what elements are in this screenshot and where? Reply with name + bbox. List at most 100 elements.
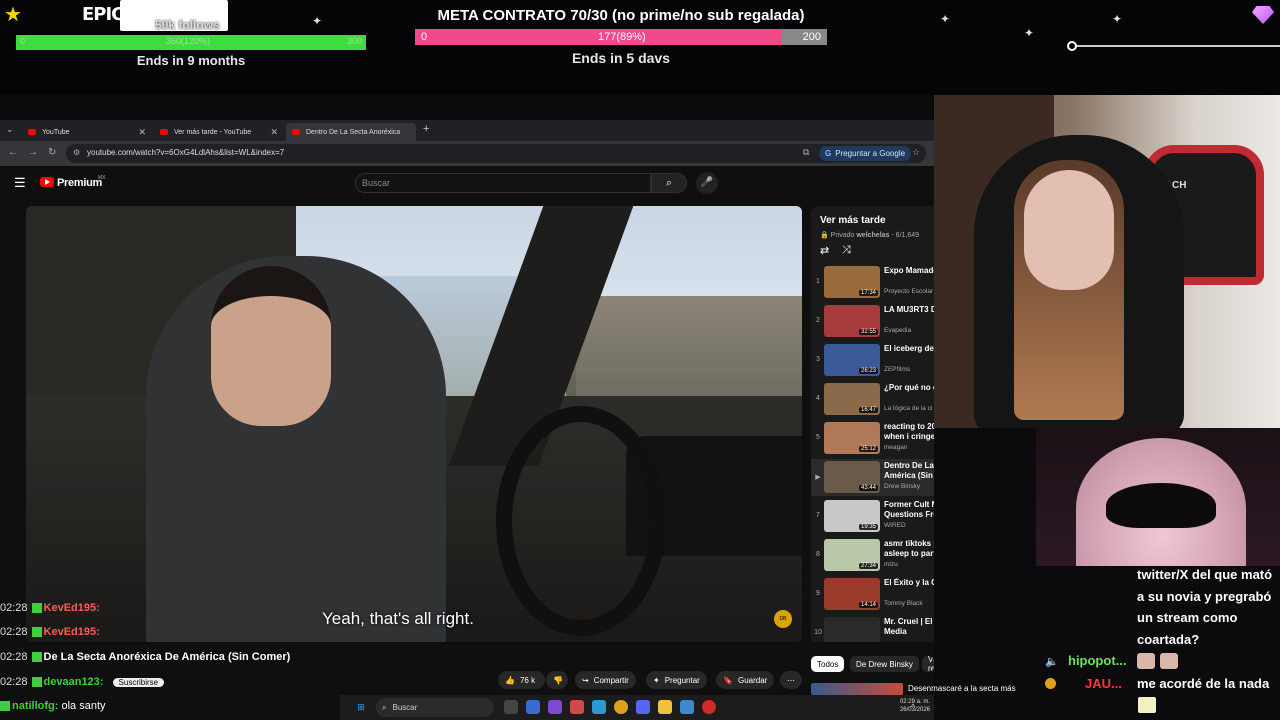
- chat-line: 02:28 De La Secta Anoréxica De América (S…: [0, 651, 291, 663]
- recommended-item[interactable]: Desenmascaré a la secta más: [811, 683, 1016, 695]
- chip-related[interactable]: Videos relacionados: [922, 656, 934, 672]
- more-actions-button[interactable]: ⋯: [780, 671, 802, 689]
- playlist-item[interactable]: 8 27:34 asmr tiktoks i've accidentally fal…: [811, 537, 934, 574]
- task-view-icon[interactable]: [504, 700, 518, 714]
- youtube-logo-icon[interactable]: [40, 177, 54, 187]
- sub-badge-icon: [0, 701, 10, 712]
- app-icon[interactable]: [548, 700, 562, 714]
- reload-icon[interactable]: ↻: [48, 147, 56, 158]
- tab-current-video[interactable]: Dentro De La Secta Anoréxica: [286, 123, 416, 141]
- playlist-item[interactable]: 9 14:14 El Éxito y la Caída de EL TEMACH To…: [811, 576, 934, 613]
- playlist-item-channel: meagan: [884, 444, 908, 451]
- subscribe-button[interactable]: Suscribirse: [112, 678, 165, 687]
- tab-list-icon[interactable]: ⌄: [6, 124, 14, 135]
- shuffle-icon[interactable]: ⤨: [842, 244, 851, 257]
- share-button[interactable]: ↪ Compartir: [575, 671, 636, 689]
- playlist-item[interactable]: 2 32:55 LA MU3RT3 D COONEY SERÁ Evapedia: [811, 303, 934, 340]
- folder-icon[interactable]: [658, 700, 672, 714]
- playlist-meta: 🔒 Privado welchelas - 6/1,649: [820, 232, 920, 239]
- youtube-brand[interactable]: Premium: [57, 177, 102, 189]
- playlist-item-channel: La lógica de la ci: [884, 405, 933, 412]
- site-info-icon[interactable]: ⚙: [73, 148, 80, 157]
- video-player[interactable]: Yeah, that's all right. DB: [26, 206, 802, 642]
- ask-button[interactable]: ✦ Preguntar: [646, 671, 707, 689]
- search-icon[interactable]: ⌕: [651, 173, 687, 193]
- search-icon: ⌕: [382, 702, 387, 712]
- playlist-item-index: 1: [816, 278, 820, 285]
- tab-youtube[interactable]: YouTube ✕: [22, 123, 152, 141]
- chip-channel[interactable]: De Drew Binsky: [850, 656, 919, 672]
- playlist-item-index: 10: [814, 629, 822, 636]
- close-tab-icon[interactable]: ✕: [270, 127, 278, 138]
- sparkle-icon: ✦: [312, 14, 323, 28]
- coin-icon: [1045, 678, 1056, 689]
- playlist-item[interactable]: 3 26:23 El iceberg de l POLÉMICAS ZEPfilms: [811, 342, 934, 379]
- webcam-feed: H CH: [934, 95, 1280, 428]
- playlist-item[interactable]: 1 17:34 Expo Mamado Escolar Proyecto Escola…: [811, 264, 934, 301]
- recommended-title: Desenmascaré a la secta más: [908, 684, 1016, 693]
- app-icon[interactable]: [526, 700, 540, 714]
- playlist-item-title: LA MU3RT3 D COONEY SERÁ: [884, 305, 934, 314]
- playlist-item[interactable]: 5 25:12 reacting to 2020 tiktok and drinki…: [811, 420, 934, 457]
- sub-badge-icon: [31, 677, 42, 688]
- follow-goal-max: 300: [346, 36, 362, 46]
- playlist-item[interactable]: 7 19:35 Former Cult Member Answers Cult Qu…: [811, 498, 934, 535]
- playlist-item-index: 8: [816, 551, 820, 558]
- tab-watch-later[interactable]: Ver más tarde - YouTube ✕: [154, 123, 284, 141]
- cast-icon[interactable]: ⧉: [803, 147, 809, 158]
- video-frame-head: [211, 266, 331, 426]
- youtube-favicon-icon: [160, 129, 168, 135]
- microphone-icon[interactable]: 🎤: [696, 172, 718, 194]
- omnibox[interactable]: ⚙ youtube.com/watch?v=6OxG4LdlAhs&list=W…: [66, 144, 926, 163]
- dislike-button[interactable]: 👎: [546, 671, 568, 689]
- playlist-item[interactable]: 10 Mr. Cruel | El Peor Caso de Lost Media: [811, 615, 934, 642]
- playlist-item-title: Mr. Cruel | El Peor Caso de Lost Media: [884, 617, 934, 636]
- tab-label: Dentro De La Secta Anoréxica: [306, 128, 401, 136]
- windows-start-icon[interactable]: ⊞: [354, 700, 368, 714]
- mail-icon[interactable]: [680, 700, 694, 714]
- close-tab-icon[interactable]: ✕: [138, 127, 146, 138]
- like-button[interactable]: 👍 76 k: [498, 671, 545, 689]
- app-icon[interactable]: [570, 700, 584, 714]
- follow-goal-current: 360(120%): [166, 36, 211, 46]
- playlist-item-duration: 17:34: [858, 290, 878, 296]
- playlist-panel: Ver más tarde 🔒 Privado welchelas - 6/1,…: [811, 206, 934, 642]
- obs-icon[interactable]: [702, 700, 716, 714]
- video-frame-wheel: [496, 406, 666, 636]
- forward-icon[interactable]: →: [28, 147, 38, 158]
- menu-icon[interactable]: ☰: [14, 175, 26, 191]
- youtube-favicon-icon: [28, 129, 36, 135]
- ask-google-button[interactable]: G Preguntar a Google: [819, 146, 912, 161]
- app-icon[interactable]: [592, 700, 606, 714]
- chat-line: 02:28 devaan123: Suscribirse: [0, 676, 165, 688]
- playlist-item-channel: ZEPfilms: [884, 366, 910, 373]
- windows-taskbar: ⊞ ⌕ Buscar ^ 02:29 a. m. 26/03/2026: [340, 695, 934, 720]
- chat-username: JAU...: [1085, 676, 1122, 691]
- new-tab-icon[interactable]: +: [423, 123, 429, 135]
- playlist-item-channel: Tommy Black: [884, 600, 923, 607]
- sparkle-icon: ✦: [1024, 26, 1035, 40]
- like-count: 76 k: [519, 675, 536, 685]
- loop-icon[interactable]: ⇄: [820, 244, 829, 257]
- back-icon[interactable]: ←: [8, 147, 18, 158]
- ask-google-label: Preguntar a Google: [835, 149, 906, 158]
- playlist-item[interactable]: ▶ 43:44 Dentro De La Secta Anoréxica De Am…: [811, 459, 934, 496]
- save-button[interactable]: 🔖 Guardar: [716, 671, 775, 689]
- playlist-item[interactable]: 4 16:47 ¿Por qué no co los estadounic La ló…: [811, 381, 934, 418]
- tab-label: Ver más tarde - YouTube: [174, 128, 252, 136]
- taskbar-clock[interactable]: 02:29 a. m. 26/03/2026: [880, 698, 930, 714]
- channel-watermark-icon[interactable]: DB: [774, 610, 792, 628]
- chip-all[interactable]: Todos: [811, 656, 845, 672]
- discord-icon[interactable]: [636, 700, 650, 714]
- search-input[interactable]: Buscar: [355, 173, 651, 193]
- playlist-item-duration: 32:55: [858, 329, 878, 335]
- playlist-item-index: 2: [816, 317, 820, 324]
- playlist-item-thumbnail: 16:47: [824, 383, 880, 415]
- chrome-icon[interactable]: [614, 700, 628, 714]
- taskbar-search[interactable]: ⌕ Buscar: [376, 698, 494, 717]
- playlist-title[interactable]: Ver más tarde: [820, 215, 886, 226]
- playlist-item-duration: 43:44: [858, 485, 878, 491]
- playlist-item-index: 7: [816, 512, 820, 519]
- overlay-line: [1072, 45, 1280, 47]
- bookmark-star-icon[interactable]: ☆: [912, 147, 920, 158]
